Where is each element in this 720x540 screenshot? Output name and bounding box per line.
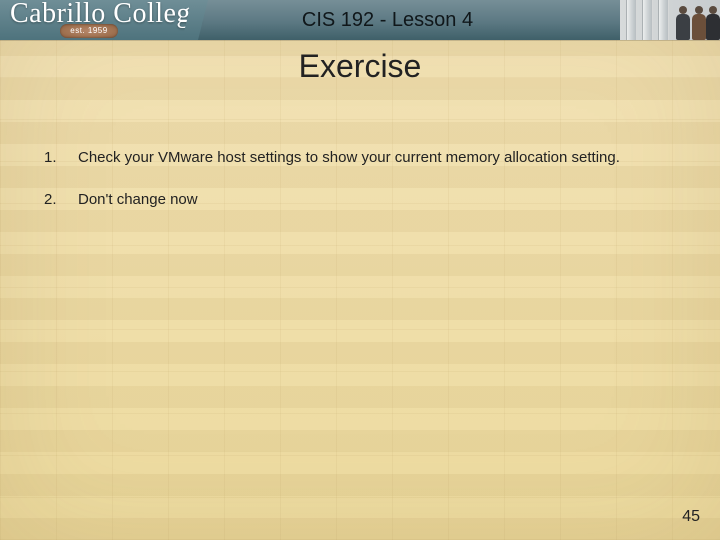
pillar-icon xyxy=(642,0,653,40)
pillar-icon xyxy=(658,0,669,40)
header-banner: Cabrillo College est. 1959 CIS 192 - Les… xyxy=(0,0,720,40)
pillar-icon xyxy=(626,0,637,40)
list-item-number: 2. xyxy=(44,182,78,218)
list-item-number: 1. xyxy=(44,140,78,176)
person-icon xyxy=(676,14,690,40)
person-icon xyxy=(706,14,720,40)
person-icon xyxy=(692,14,706,40)
header-photo xyxy=(620,0,720,40)
slide-title: Exercise xyxy=(0,48,720,85)
list-item-text: Check your VMware host settings to show … xyxy=(78,140,660,176)
page-number: 45 xyxy=(682,508,700,526)
list-item: 1. Check your VMware host settings to sh… xyxy=(44,140,660,176)
slide: Cabrillo College est. 1959 CIS 192 - Les… xyxy=(0,0,720,540)
logo-subtext: est. 1959 xyxy=(60,24,118,38)
list-item: 2. Don't change now xyxy=(44,182,660,218)
header-title: CIS 192 - Lesson 4 xyxy=(155,9,620,32)
list-item-text: Don't change now xyxy=(78,182,660,218)
college-logo: Cabrillo College est. 1959 xyxy=(0,0,195,40)
exercise-list: 1. Check your VMware host settings to sh… xyxy=(44,140,660,224)
